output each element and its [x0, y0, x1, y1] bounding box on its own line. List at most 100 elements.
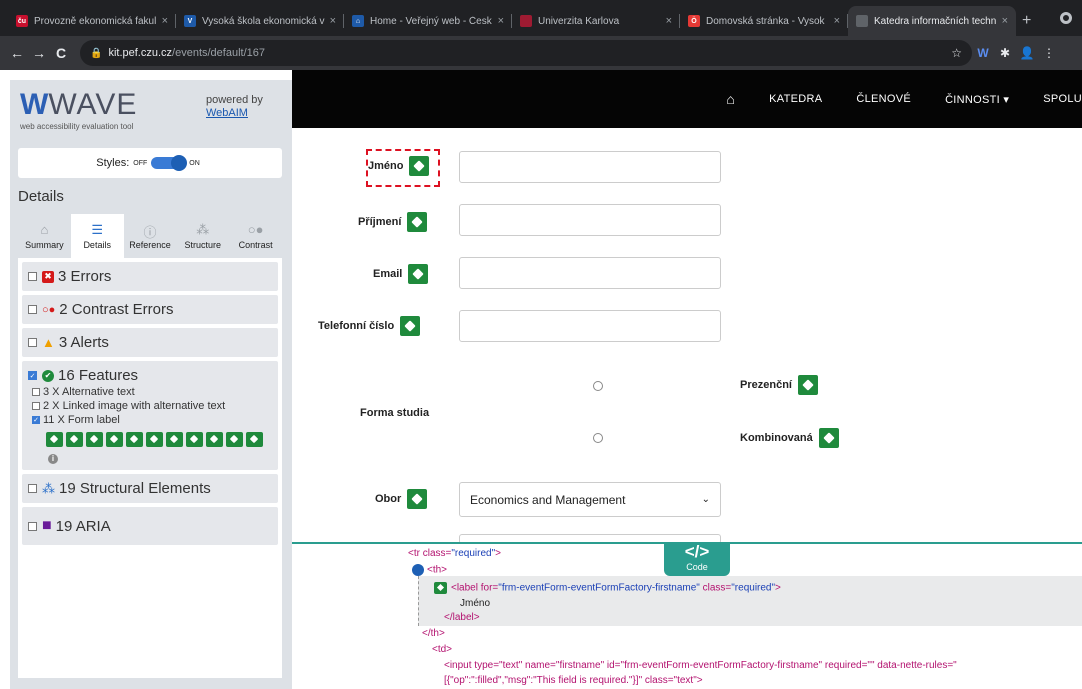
tab-close-icon[interactable]: × — [1002, 15, 1008, 27]
form-label-tag-icon[interactable] — [126, 432, 143, 447]
feature-item-linked-image[interactable]: 2 X Linked image with alternative text — [28, 400, 272, 412]
form-label-tag-icon[interactable] — [797, 375, 818, 395]
wave-extension-icon[interactable]: W — [972, 46, 994, 60]
kombinovana-label: Kombinovaná — [740, 428, 839, 448]
nav-home-icon[interactable]: ⌂ — [726, 91, 735, 107]
form-label-tag-icon[interactable] — [106, 432, 123, 447]
form-label-tag-icon[interactable] — [86, 432, 103, 447]
tab-label: Details — [83, 240, 111, 250]
radio-prezencni[interactable] — [593, 381, 603, 391]
features-checkbox[interactable]: ✓ — [28, 371, 37, 380]
bookmark-star-icon[interactable]: ☆ — [951, 46, 962, 60]
feature-item-form-label[interactable]: ✓ 11 X Form label — [28, 414, 272, 426]
wave-sidebar: W WAVE web accessibility evaluation tool… — [10, 80, 292, 689]
browser-tab[interactable]: Univerzita Karlova × — [512, 6, 680, 36]
firstname-input[interactable] — [459, 151, 721, 183]
code-line-label: <label for="frm-eventForm-eventFormFacto… — [434, 582, 781, 594]
list-icon: ☰ — [91, 222, 104, 237]
tab-close-icon[interactable]: × — [498, 15, 504, 27]
info-icon[interactable]: i — [48, 454, 58, 464]
browser-tab[interactable]: Katedra informačních techn × — [848, 6, 1016, 36]
radio-kombinovana[interactable] — [593, 433, 603, 443]
form-label-tag-icon[interactable] — [226, 432, 243, 447]
form-label-tag-icon[interactable] — [246, 432, 263, 447]
errors-checkbox[interactable] — [28, 272, 37, 281]
form-label-tag-icon[interactable] — [66, 432, 83, 447]
nav-spolu[interactable]: SPOLU — [1043, 93, 1082, 105]
address-bar[interactable]: 🔒 kit.pef.czu.cz /events/default/167 ☆ — [80, 40, 972, 66]
tab-title: Provozně ekonomická fakul — [34, 15, 157, 27]
tab-details[interactable]: ☰ Details — [70, 214, 124, 258]
back-button[interactable]: ← — [6, 45, 28, 61]
tab-favicon-icon — [520, 15, 532, 27]
extensions-puzzle-icon[interactable]: ✱ — [994, 46, 1016, 60]
code-toggle-button[interactable]: </> Code — [664, 542, 730, 576]
form-label-tag-icon[interactable] — [186, 432, 203, 447]
styles-toggle[interactable] — [151, 155, 188, 171]
email-input[interactable] — [459, 257, 721, 289]
tab-summary[interactable]: ⌂ Summary — [18, 214, 71, 258]
form-label-tag-icon[interactable] — [166, 432, 183, 447]
form-label-tag-icon[interactable] — [400, 316, 421, 336]
form-label-tag-icon[interactable] — [408, 264, 429, 284]
form-label-tag-icon[interactable] — [206, 432, 223, 447]
form-label-checkbox[interactable]: ✓ — [32, 416, 40, 424]
study-form-label: Forma studia — [360, 407, 429, 419]
tab-reference[interactable]: ⓘ Reference — [124, 214, 177, 258]
tabs-container: ču Provozně ekonomická fakul × V Vysoká škol… — [8, 6, 1016, 36]
browser-tab[interactable]: V Vysoká škola ekonomická v × — [176, 6, 344, 36]
structure-marker-icon[interactable] — [412, 564, 424, 576]
forward-button[interactable]: → — [28, 45, 50, 61]
form-label-tag-icon[interactable] — [434, 582, 447, 594]
group-alerts: ▲ 3 Alerts — [22, 328, 278, 357]
code-line-th-close: </th> — [422, 628, 445, 639]
lastname-input[interactable] — [459, 204, 721, 236]
phone-input[interactable] — [459, 310, 721, 342]
form-label-tag-icon[interactable] — [818, 428, 839, 448]
form-label-tag-icon[interactable] — [407, 489, 428, 509]
nav-katedra[interactable]: KATEDRA — [769, 93, 822, 105]
details-heading: Details — [18, 188, 64, 205]
contrast-errors-checkbox[interactable] — [28, 305, 37, 314]
tab-close-icon[interactable]: × — [666, 15, 672, 27]
browser-tab-strip: ču Provozně ekonomická fakul × V Vysoká škol… — [0, 0, 1082, 36]
alerts-checkbox[interactable] — [28, 338, 37, 347]
nav-clenove[interactable]: ČLENOVÉ — [856, 93, 911, 105]
feature-item-alt-text[interactable]: 3 X Alternative text — [28, 386, 272, 398]
tab-close-icon[interactable]: × — [162, 15, 168, 27]
tab-structure[interactable]: ⁂ Structure — [176, 214, 229, 258]
browser-tab[interactable]: ⌂ Home - Veřejný web - Česk × — [344, 6, 512, 36]
browser-tab[interactable]: Ö Domovská stránka - Vysok × — [680, 6, 848, 36]
nav-cinnosti[interactable]: ČINNOSTI ▾ — [945, 93, 1009, 106]
feature-item-label: 11 X Form label — [43, 414, 120, 426]
browser-tab[interactable]: ču Provozně ekonomická fakul × — [8, 6, 176, 36]
group-structural-elements: ⁂ 19 Structural Elements — [22, 474, 278, 503]
obor-select[interactable]: Economics and Management ⌄ — [459, 482, 721, 517]
new-tab-button[interactable]: + — [1022, 6, 1042, 36]
aria-checkbox[interactable] — [28, 521, 37, 531]
code-token: > — [775, 582, 781, 594]
tab-title: Katedra informačních techn — [874, 15, 997, 27]
form-label-tag-icon[interactable] — [46, 432, 63, 447]
code-line-text: Jméno — [460, 598, 491, 609]
styles-toggle-box: Styles: OFF ON — [18, 148, 282, 178]
tab-close-icon[interactable]: × — [330, 15, 336, 27]
powered-by-text: powered by — [206, 94, 263, 106]
site-navbar: ⌂ KATEDRA ČLENOVÉ ČINNOSTI ▾ SPOLU — [292, 70, 1082, 128]
tab-close-icon[interactable]: × — [834, 15, 840, 27]
alt-text-checkbox[interactable] — [32, 388, 40, 396]
form-label-tag-icon[interactable] — [409, 156, 430, 176]
tab-contrast[interactable]: ○● Contrast — [229, 214, 282, 258]
linked-image-checkbox[interactable] — [32, 402, 40, 410]
form-label-tag-icon[interactable] — [146, 432, 163, 447]
reload-button[interactable]: C — [50, 45, 72, 61]
webaim-link[interactable]: WebAIM — [206, 107, 248, 119]
lastname-label-text: Příjmení — [358, 216, 402, 228]
form-label-icons: i — [28, 430, 272, 464]
profile-avatar-icon[interactable]: 👤 — [1016, 46, 1038, 60]
profile-icon[interactable] — [1060, 12, 1072, 24]
structure-checkbox[interactable] — [28, 484, 37, 493]
form-label-tag-icon[interactable] — [407, 212, 428, 232]
code-token: "required" — [731, 582, 776, 594]
browser-menu-icon[interactable]: ⋮ — [1038, 46, 1060, 60]
